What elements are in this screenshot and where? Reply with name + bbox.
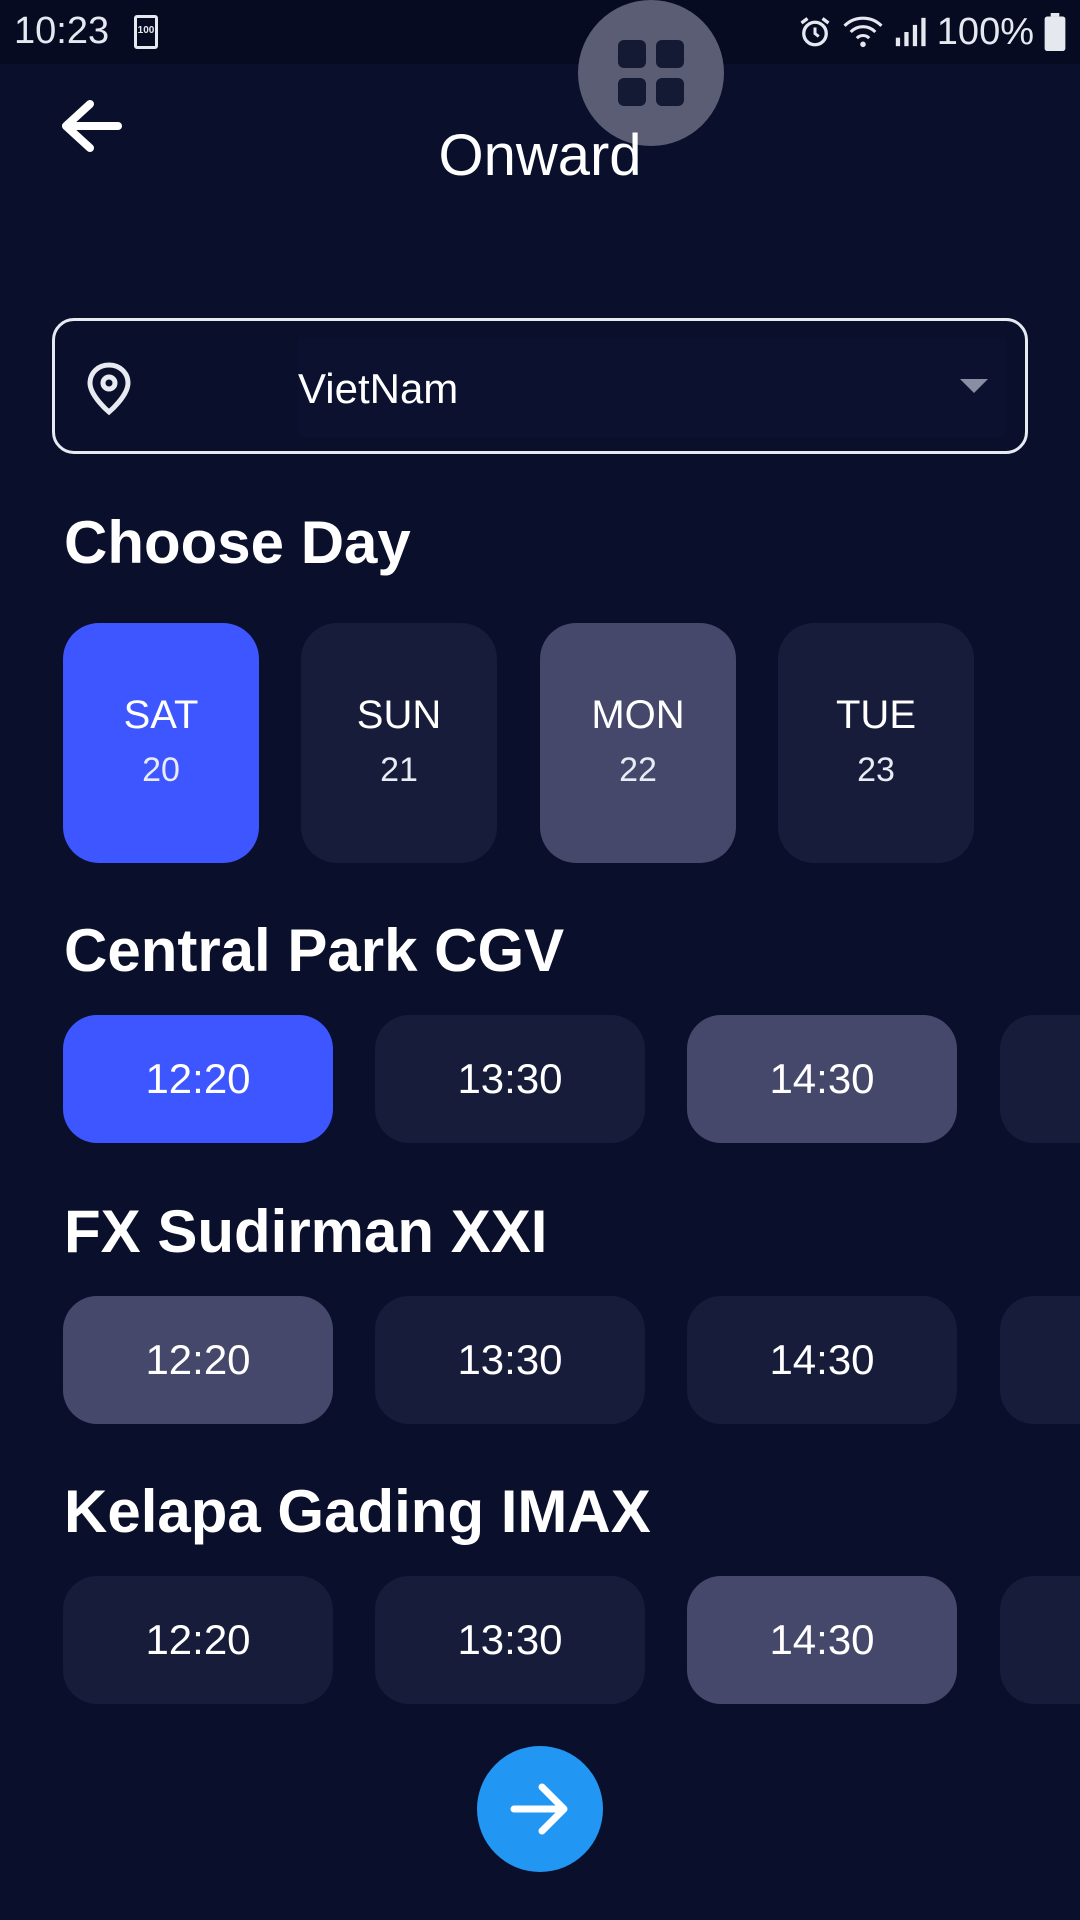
choose-day-title: Choose Day	[64, 509, 411, 576]
showtime-chip-partial[interactable]	[1000, 1576, 1080, 1704]
next-button[interactable]	[477, 1746, 603, 1872]
signal-icon	[895, 17, 926, 47]
location-value: VietNam	[298, 365, 459, 412]
showtime-chip[interactable]: 12:20	[63, 1576, 333, 1704]
showtime-chip[interactable]: 12:20	[63, 1296, 333, 1424]
alarm-icon	[800, 17, 830, 47]
showtime-chip[interactable]: 13:30	[375, 1576, 645, 1704]
showtime-chip[interactable]: 14:30	[687, 1576, 957, 1704]
showtime-chip[interactable]: 13:30	[375, 1296, 645, 1424]
battery-saver-icon: 100	[134, 15, 158, 49]
status-bar: 10:23 100 100%	[0, 0, 1080, 64]
showtime-chip[interactable]: 12:20	[63, 1015, 333, 1143]
showtime-chip-partial[interactable]	[1000, 1015, 1080, 1143]
wifi-icon	[843, 16, 883, 48]
showtime-chip-partial[interactable]	[1000, 1296, 1080, 1424]
showtime-chip[interactable]: 14:30	[687, 1015, 957, 1143]
cinema-title: Kelapa Gading IMAX	[64, 1478, 651, 1545]
battery-icon	[1044, 13, 1066, 51]
day-date: 22	[619, 751, 657, 789]
arrow-right-icon	[510, 1783, 568, 1835]
page-title: Onward	[438, 123, 642, 188]
battery-percent: 100%	[936, 10, 1034, 53]
caret-down-icon	[960, 379, 988, 393]
day-date: 21	[380, 751, 418, 789]
status-time: 10:23	[14, 10, 110, 52]
day-name: MON	[591, 693, 685, 737]
day-date: 20	[142, 751, 180, 789]
day-card-sat[interactable]: SAT 20	[63, 623, 259, 863]
day-date: 23	[857, 751, 895, 789]
showtime-chip[interactable]: 14:30	[687, 1296, 957, 1424]
showtime-chip[interactable]: 13:30	[375, 1015, 645, 1143]
grid-icon	[618, 40, 684, 106]
status-icons: 100%	[797, 10, 1066, 54]
cinema-title: Central Park CGV	[64, 917, 565, 984]
day-card-sun[interactable]: SUN 21	[301, 623, 497, 863]
day-name: SUN	[356, 693, 442, 737]
location-dropdown[interactable]: VietNam	[298, 337, 1006, 437]
map-pin-icon	[87, 362, 131, 416]
location-select[interactable]: VietNam	[52, 318, 1028, 454]
cinema-title: FX Sudirman XXI	[64, 1198, 548, 1265]
day-card-tue[interactable]: TUE 23	[778, 623, 974, 863]
day-name: TUE	[836, 693, 916, 737]
day-card-mon[interactable]: MON 22	[540, 623, 736, 863]
day-name: SAT	[123, 693, 199, 737]
